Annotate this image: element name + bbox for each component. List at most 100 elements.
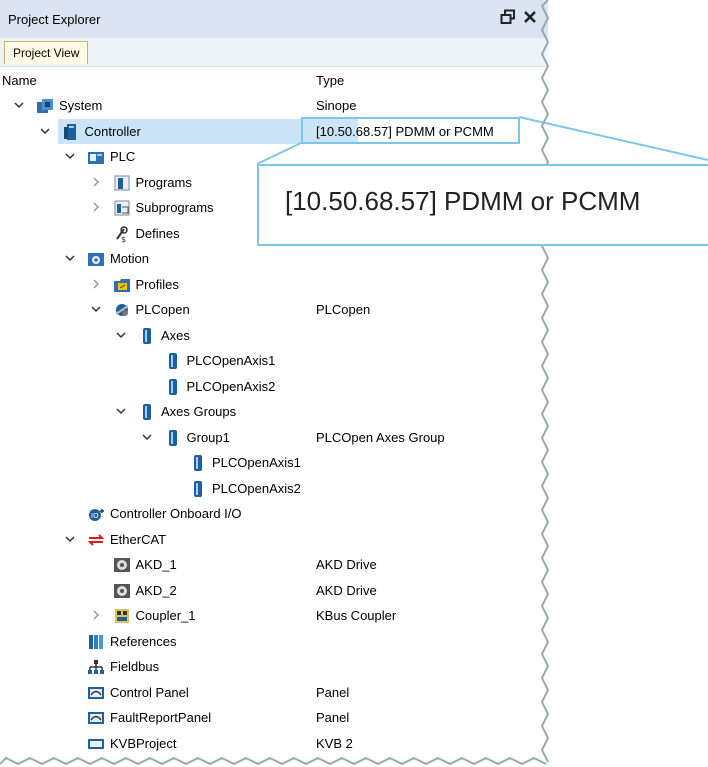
kvb-icon	[87, 735, 105, 753]
tree-item-label: PLCOpenAxis2	[212, 480, 301, 496]
tree-item-type: PLCopen	[316, 302, 371, 317]
tree-item-label: PLCopen	[135, 302, 190, 317]
tree-row-fieldbus[interactable]: Fieldbus	[0, 654, 548, 679]
chevron-right-icon[interactable]	[90, 201, 102, 213]
tree-item-label: Profiles	[135, 276, 179, 292]
tree-item-type: PLCOpen Axes Group	[316, 429, 445, 445]
tree-row-g1axis1[interactable]: PLCOpenAxis1	[0, 450, 548, 475]
fieldbus-icon	[87, 658, 105, 676]
tab-project-view[interactable]: Project View	[4, 41, 89, 64]
project-explorer-panel: Project Explorer Project View Name Type …	[0, 0, 548, 767]
tree-row-g1axis2[interactable]: PLCOpenAxis2	[0, 476, 548, 501]
chevron-down-icon[interactable]	[141, 431, 153, 443]
tree-item-label: EtherCAT	[110, 531, 167, 547]
chevron-down-icon[interactable]	[64, 252, 76, 264]
axis-icon	[164, 352, 182, 370]
panel-title: Project Explorer	[8, 12, 101, 27]
tree-item-label: KVBProject	[110, 735, 177, 751]
chevron-down-icon[interactable]	[115, 329, 127, 341]
tree-item-label: System	[59, 98, 103, 113]
chevron-down-icon[interactable]	[13, 99, 25, 111]
tree-item-label: Motion	[110, 251, 150, 266]
zoom-callout: [10.50.68.57] PDMM or PCMM	[257, 164, 708, 246]
tab-strip: Project View	[0, 38, 548, 67]
tree-item-label: PLCOpenAxis1	[186, 353, 276, 368]
tree-item-label: References	[110, 633, 177, 649]
panel-icon	[87, 709, 105, 727]
tree-item-label: AKD_1	[135, 557, 177, 572]
tree-item-label: PLCOpenAxis1	[212, 455, 301, 470]
tree-row-axis2[interactable]: PLCOpenAxis2	[0, 374, 548, 399]
tree-item-label: Axes Groups	[161, 404, 237, 419]
svg-text:IO: IO	[91, 512, 99, 520]
axis-icon	[189, 480, 207, 498]
tree-item-type: Sinope	[316, 98, 357, 113]
column-header-name[interactable]: Name	[2, 73, 37, 88]
tree-item-type: KVB 2	[316, 735, 353, 751]
tree-row-ethercat[interactable]: EtherCAT	[0, 527, 548, 552]
close-icon[interactable]	[522, 9, 538, 25]
column-header-type[interactable]: Type	[316, 73, 344, 88]
axis-icon	[164, 429, 182, 447]
profiles-folder-icon	[113, 276, 131, 294]
tree-item-label: Programs	[135, 174, 192, 190]
chevron-down-icon[interactable]	[115, 405, 127, 417]
chevron-down-icon[interactable]	[64, 533, 76, 545]
tree-row-plcopen[interactable]: PLCopen PLCopen	[0, 297, 548, 322]
axis-icon	[189, 454, 207, 472]
tree-row-controlpanel[interactable]: Control Panel Panel	[0, 680, 548, 705]
chevron-down-icon[interactable]	[39, 125, 51, 137]
tree-item-label: AKD_2	[135, 582, 177, 598]
tree-item-label: FaultReportPanel	[110, 710, 212, 725]
tree-item-label: Fieldbus	[110, 659, 160, 674]
axis-icon	[138, 327, 156, 345]
tree-row-akd1[interactable]: AKD_1 AKD Drive	[0, 552, 548, 577]
tree-row-akd2[interactable]: AKD_2 AKD Drive	[0, 578, 548, 603]
tree-item-type: AKD Drive	[316, 582, 377, 598]
panel-titlebar: Project Explorer	[0, 0, 548, 39]
motion-icon	[87, 250, 105, 268]
tree-row-kvbproject[interactable]: KVBProject KVB 2	[0, 731, 548, 756]
tree-row-axesgroups[interactable]: Axes Groups	[0, 399, 548, 424]
svg-text:$: $	[121, 235, 126, 243]
coupler-icon	[113, 607, 131, 625]
tree-item-label: Controller Onboard I/O	[110, 506, 242, 521]
plcopen-icon	[113, 301, 131, 319]
drive-icon	[113, 582, 131, 600]
tree-item-label: Controller	[84, 123, 141, 139]
tree-item-label: PLC	[110, 149, 136, 164]
drive-icon	[113, 556, 131, 574]
tree-item-label: Coupler_1	[135, 608, 196, 623]
plc-icon	[87, 148, 105, 166]
tree-row-profiles[interactable]: Profiles	[0, 272, 548, 297]
tree-row-axis1[interactable]: PLCOpenAxis1	[0, 348, 548, 373]
type-highlight-box	[301, 117, 520, 144]
titlebar-buttons	[500, 9, 538, 25]
references-icon	[87, 633, 105, 651]
restore-window-icon[interactable]	[500, 9, 516, 25]
tree-row-motion[interactable]: Motion	[0, 246, 548, 271]
tree-row-onboardio[interactable]: IO Controller Onboard I/O	[0, 501, 548, 526]
chevron-down-icon[interactable]	[90, 303, 102, 315]
defines-icon: $	[113, 225, 131, 244]
tree-row-group1[interactable]: Group1 PLCOpen Axes Group	[0, 425, 548, 450]
tree-item-type: Panel	[316, 684, 350, 700]
chevron-right-icon[interactable]	[90, 609, 102, 621]
ethercat-icon	[87, 531, 105, 549]
system-icon	[36, 97, 54, 115]
tree-row-axes[interactable]: Axes	[0, 323, 548, 348]
tree-item-type: KBus Coupler	[316, 608, 397, 623]
tree-row-faultpanel[interactable]: FaultReportPanel Panel	[0, 705, 548, 730]
panel-icon	[87, 684, 105, 702]
chevron-right-icon[interactable]	[90, 176, 102, 188]
tree-item-label: Axes	[161, 327, 190, 343]
tree-row-system[interactable]: System Sinope	[0, 93, 548, 118]
tree-item-label: Defines	[135, 225, 180, 241]
tree-item-label: Control Panel	[110, 684, 189, 700]
programs-icon	[113, 174, 131, 192]
chevron-right-icon[interactable]	[90, 278, 102, 290]
chevron-down-icon[interactable]	[64, 150, 76, 162]
tree-row-references[interactable]: References	[0, 629, 548, 654]
tree-row-coupler1[interactable]: Coupler_1 KBus Coupler	[0, 603, 548, 628]
tree-item-label: PLCOpenAxis2	[186, 378, 276, 394]
